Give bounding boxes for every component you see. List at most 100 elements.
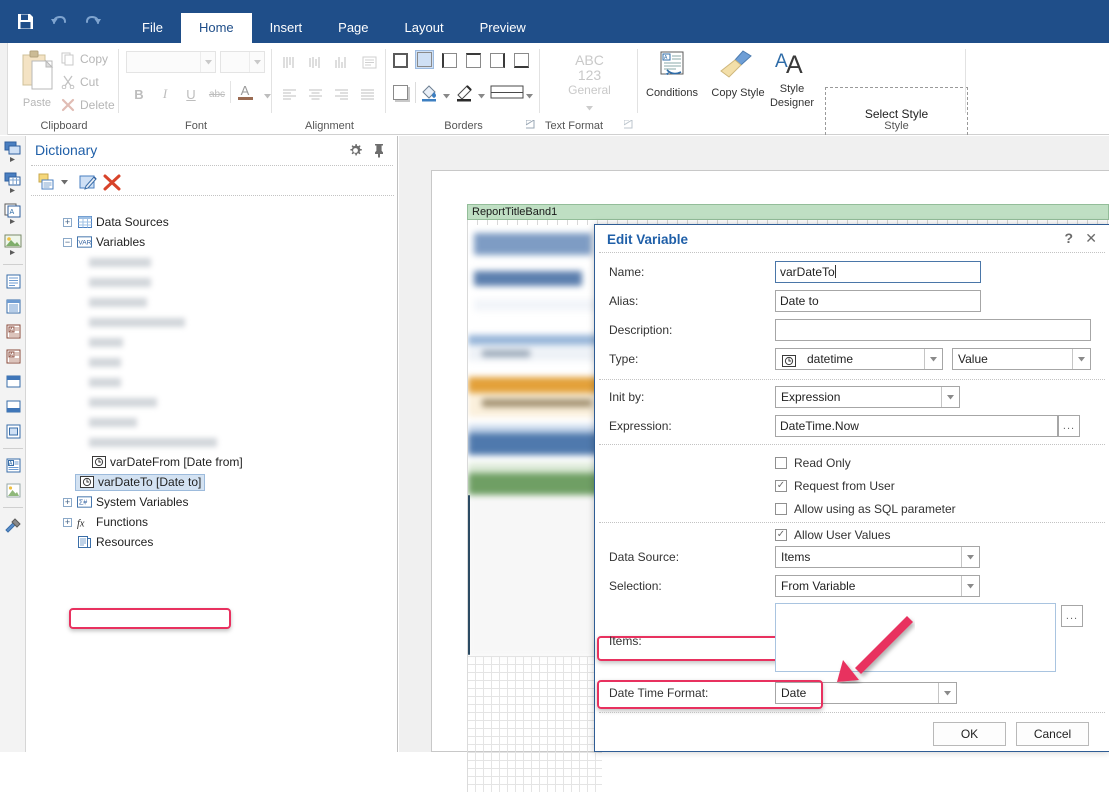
- border-color-button[interactable]: [455, 83, 477, 103]
- list-item[interactable]: [27, 352, 398, 372]
- tab-home[interactable]: Home: [180, 13, 252, 43]
- expression-input[interactable]: DateTime.Now: [775, 415, 1058, 437]
- tools-icon[interactable]: [0, 512, 26, 537]
- pin-icon[interactable]: [373, 143, 385, 161]
- font-size-combo[interactable]: [220, 51, 265, 73]
- cancel-button[interactable]: Cancel: [1016, 722, 1089, 746]
- chevron-down-icon[interactable]: [938, 683, 956, 703]
- tree-node-resources[interactable]: Resources: [27, 532, 398, 552]
- edit-item-button[interactable]: [77, 171, 99, 193]
- checkbox-allow-user-values[interactable]: ✓ Allow User Values: [775, 525, 890, 545]
- table-component-icon[interactable]: [0, 167, 26, 198]
- description-input[interactable]: [775, 319, 1091, 341]
- panel-band-icon[interactable]: [0, 419, 26, 444]
- type-mode-select[interactable]: Value: [952, 348, 1091, 370]
- bold-button[interactable]: B: [128, 83, 150, 105]
- style-designer-button[interactable]: A A Style Designer: [759, 48, 825, 109]
- align-bottom-icon[interactable]: [329, 51, 353, 73]
- chevron-down-icon[interactable]: [941, 387, 959, 407]
- group-footer-band-icon[interactable]: A: [0, 344, 26, 369]
- border-all-icon[interactable]: [391, 51, 410, 70]
- chart-image-icon[interactable]: [0, 478, 26, 503]
- checkbox-box[interactable]: [775, 457, 787, 469]
- checkbox-box[interactable]: [775, 503, 787, 515]
- tree-node-var-date-to[interactable]: varDateTo [Date to]: [27, 472, 398, 492]
- delete-item-button[interactable]: [101, 171, 123, 193]
- border-none-icon[interactable]: [415, 50, 434, 69]
- tree-node-functions[interactable]: + fx Functions: [27, 512, 398, 532]
- init-by-select[interactable]: Expression: [775, 386, 960, 408]
- font-color-button[interactable]: A: [234, 81, 256, 103]
- conditions-button[interactable]: A Conditions: [639, 48, 705, 99]
- copy-button[interactable]: Copy: [61, 49, 108, 69]
- select-style-gallery[interactable]: Select Style: [825, 87, 968, 140]
- ok-button[interactable]: OK: [933, 722, 1006, 746]
- list-item[interactable]: [27, 312, 398, 332]
- checkbox-box[interactable]: ✓: [775, 480, 787, 492]
- underline-button[interactable]: U: [180, 83, 202, 105]
- date-time-format-select[interactable]: Date: [775, 682, 957, 704]
- page-header-band-icon[interactable]: [0, 369, 26, 394]
- border-shadow-icon[interactable]: [391, 83, 410, 102]
- chevron-down-icon[interactable]: [478, 88, 485, 102]
- question-mark-icon[interactable]: ?: [1064, 230, 1073, 246]
- tree-node-system-variables[interactable]: + Σ# System Variables: [27, 492, 398, 512]
- data-band-icon[interactable]: [0, 269, 26, 294]
- chevron-down-icon[interactable]: [443, 88, 450, 102]
- cross-tab-icon[interactable]: A: [0, 453, 26, 478]
- alias-input[interactable]: Date to: [775, 290, 981, 312]
- font-family-combo[interactable]: [126, 51, 216, 73]
- list-item[interactable]: [27, 432, 398, 452]
- text-format-dialog-launcher-icon[interactable]: [623, 119, 635, 131]
- checkbox-read-only[interactable]: Read Only: [775, 453, 851, 473]
- checkbox-box[interactable]: ✓: [775, 529, 787, 541]
- list-item[interactable]: [27, 372, 398, 392]
- chevron-down-icon[interactable]: [541, 99, 638, 114]
- richtext-component-icon[interactable]: A: [0, 198, 26, 229]
- chevron-down-icon[interactable]: [924, 349, 942, 369]
- italic-button[interactable]: I: [154, 83, 176, 105]
- tab-insert[interactable]: Insert: [252, 13, 321, 43]
- strikethrough-button[interactable]: abc: [206, 83, 228, 105]
- expander-plus-icon[interactable]: +: [63, 497, 72, 507]
- redo-icon[interactable]: [76, 5, 110, 39]
- chevron-down-icon[interactable]: [1072, 349, 1090, 369]
- name-input[interactable]: varDateTo: [775, 261, 981, 283]
- list-item[interactable]: [27, 332, 398, 352]
- expander-minus-icon[interactable]: −: [63, 237, 72, 247]
- tab-layout[interactable]: Layout: [387, 13, 462, 43]
- page-footer-band-icon[interactable]: [0, 394, 26, 419]
- undo-icon[interactable]: [42, 5, 76, 39]
- tree-node-variables[interactable]: − VAR Variables: [27, 232, 398, 252]
- header-band-icon[interactable]: [0, 294, 26, 319]
- expander-plus-icon[interactable]: +: [63, 217, 72, 227]
- checkbox-request-from-user[interactable]: ✓ Request from User: [775, 476, 895, 496]
- close-icon[interactable]: ✕: [1085, 230, 1097, 247]
- list-item[interactable]: [27, 412, 398, 432]
- list-item[interactable]: [27, 292, 398, 312]
- chevron-down-icon[interactable]: [526, 88, 533, 102]
- text-component-icon[interactable]: [0, 136, 26, 167]
- paste-button[interactable]: Paste: [15, 49, 59, 121]
- border-style-button[interactable]: [490, 85, 524, 100]
- checkbox-allow-sql-parameter[interactable]: Allow using as SQL parameter: [775, 499, 956, 519]
- expander-plus-icon[interactable]: +: [63, 517, 72, 527]
- list-item[interactable]: [27, 392, 398, 412]
- borders-dialog-launcher-icon[interactable]: [525, 119, 537, 131]
- align-right-icon[interactable]: [329, 83, 353, 105]
- gear-icon[interactable]: [348, 143, 363, 161]
- align-middle-icon[interactable]: [303, 51, 327, 73]
- items-ellipsis-button[interactable]: ...: [1061, 605, 1083, 627]
- expression-ellipsis-button[interactable]: ...: [1058, 415, 1080, 437]
- tab-file[interactable]: File: [124, 13, 181, 43]
- new-item-button[interactable]: [37, 171, 59, 193]
- list-item[interactable]: [27, 272, 398, 292]
- text-format-sample[interactable]: ABC 123 General: [541, 53, 638, 114]
- list-item[interactable]: [27, 252, 398, 272]
- delete-button[interactable]: Delete: [61, 95, 115, 115]
- border-bottom-icon[interactable]: [512, 51, 531, 70]
- tab-preview[interactable]: Preview: [462, 13, 544, 43]
- align-top-icon[interactable]: [277, 51, 301, 73]
- chevron-down-icon[interactable]: [961, 576, 979, 596]
- tree-node-data-sources[interactable]: + Data Sources: [27, 212, 398, 232]
